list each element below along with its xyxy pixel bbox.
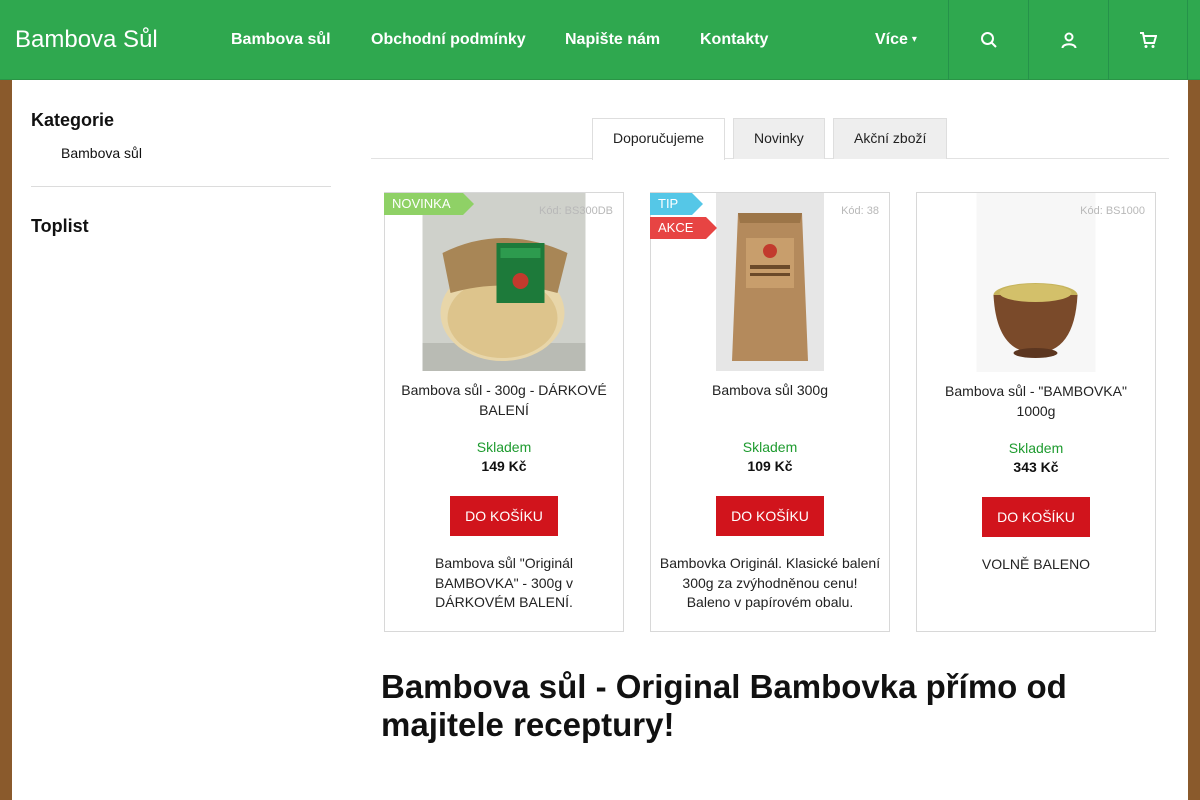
product-description: Bambova sůl "Originál BAMBOVKA" - 300g v… xyxy=(434,555,574,610)
product-name[interactable]: Bambova sůl - "BAMBOVKA" 1000g xyxy=(927,381,1145,421)
product-card[interactable]: NOVINKA Kód: BS300DB Bambova sůl - 300g … xyxy=(384,192,624,632)
tab-akcni-zbozi[interactable]: Akční zboží xyxy=(833,118,948,159)
product-description: Bambovka Originál. Klasické balení 300g … xyxy=(659,555,881,610)
product-code: Kód: BS1000 xyxy=(1080,205,1145,217)
add-to-cart-button[interactable]: DO KOŠÍKU xyxy=(716,496,824,536)
product-price: 109 Kč xyxy=(747,458,793,474)
nav-more-label: Více xyxy=(875,31,908,49)
search-button[interactable] xyxy=(948,0,1028,80)
add-to-cart-button[interactable]: DO KOŠÍKU xyxy=(450,496,558,536)
page-content: Kategorie Bambova sůl Toplist Doporučuje… xyxy=(12,80,1188,800)
search-icon xyxy=(980,32,997,48)
chevron-down-icon: ▾ xyxy=(911,34,917,45)
site-brand[interactable]: Bambova Sůl xyxy=(15,0,158,80)
product-card[interactable]: Kód: BS1000 Bambova sůl - "BAMBOVKA" 100… xyxy=(916,192,1156,632)
nav-item-obchodni-podminky[interactable]: Obchodní podmínky xyxy=(371,0,526,80)
toplist-heading: Toplist xyxy=(31,216,89,236)
cart-icon xyxy=(1140,32,1157,48)
product-price: 149 Kč xyxy=(481,458,527,474)
flag-novinka: NOVINKA xyxy=(384,193,474,215)
product-card[interactable]: TIP AKCE Kód: 38 Bambova sůl 300g Sklade… xyxy=(650,192,890,632)
product-code: Kód: BS300DB xyxy=(539,205,613,217)
product-name[interactable]: Bambova sůl 300g xyxy=(661,380,879,400)
flag-tip: TIP xyxy=(650,193,703,215)
categories-heading: Kategorie xyxy=(31,110,115,130)
product-image[interactable] xyxy=(976,193,1096,372)
stock-status: Skladem xyxy=(742,439,798,455)
nav-item-kontakty[interactable]: Kontakty xyxy=(700,0,768,80)
product-code: Kód: 38 xyxy=(841,205,879,217)
product-image[interactable] xyxy=(716,193,824,371)
page-headline: Bambova sůl - Original Bambovka přímo od… xyxy=(381,668,1067,743)
tab-doporucujeme[interactable]: Doporučujeme xyxy=(592,118,726,160)
tab-novinky[interactable]: Novinky xyxy=(733,118,825,159)
stock-status: Skladem xyxy=(476,439,532,455)
sidebar-item-bambova-sul[interactable]: Bambova sůl xyxy=(61,145,142,161)
account-button[interactable] xyxy=(1028,0,1108,80)
stock-status: Skladem xyxy=(1008,440,1064,456)
add-to-cart-button[interactable]: DO KOŠÍKU xyxy=(982,497,1090,537)
cart-button[interactable] xyxy=(1108,0,1188,80)
product-name[interactable]: Bambova sůl - 300g - DÁRKOVÉ BALENÍ xyxy=(395,380,613,420)
nav-item-bambova-sul[interactable]: Bambova sůl xyxy=(231,0,331,80)
site-header: Bambova Sůl Bambova sůl Obchodní podmínk… xyxy=(0,0,1200,80)
flag-akce: AKCE xyxy=(650,217,717,239)
product-description: VOLNĚ BALENO xyxy=(981,556,1091,572)
user-icon xyxy=(1061,32,1076,49)
product-image[interactable] xyxy=(422,193,586,371)
nav-item-napiste-nam[interactable]: Napište nám xyxy=(565,0,660,80)
nav-more-button[interactable]: Více ▾ xyxy=(875,0,917,80)
product-price: 343 Kč xyxy=(1013,459,1059,475)
sidebar-divider xyxy=(31,186,331,187)
